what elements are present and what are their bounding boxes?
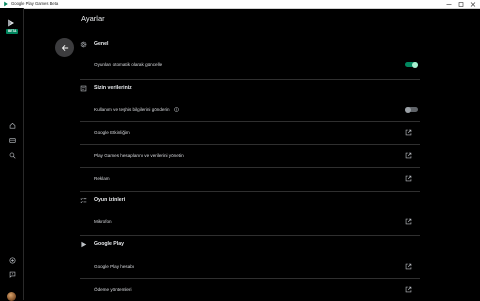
google-play-games-logo xyxy=(4,1,8,7)
google-play-account-label: Google Play hesabı xyxy=(94,264,135,269)
vertical-scrollbar[interactable] xyxy=(476,9,479,300)
add-game-icon xyxy=(9,257,15,263)
info-icon[interactable] xyxy=(173,107,179,112)
section-general-icon-wrap xyxy=(80,41,87,48)
open-external-icon xyxy=(405,129,412,136)
open-external-icon xyxy=(405,263,412,270)
open-external-icon xyxy=(405,286,412,293)
close-icon xyxy=(470,1,476,7)
maximize-button[interactable] xyxy=(455,0,467,8)
library-icon xyxy=(8,137,16,143)
search-icon xyxy=(9,152,16,159)
left-navigation-rail: BETA xyxy=(0,8,24,301)
section-google-play-icon-wrap xyxy=(80,241,87,248)
minimize-button[interactable] xyxy=(443,0,455,8)
nav-search[interactable] xyxy=(7,150,17,160)
toggle-knob xyxy=(405,106,411,113)
usage-stats-row: Kullanım ve teşhis bilgilerini gönderin xyxy=(94,107,179,112)
feedback-icon xyxy=(9,271,15,278)
window-title-bar: Google Play Games Beta xyxy=(0,0,480,9)
page-title: Ayarlar xyxy=(81,14,105,23)
payment-methods-label: Ödeme yöntemleri xyxy=(94,287,132,292)
feedback-button[interactable] xyxy=(7,269,17,279)
maximize-icon xyxy=(458,1,464,7)
usage-stats-toggle[interactable] xyxy=(405,106,418,113)
permissions-icon xyxy=(80,197,87,204)
document-icon xyxy=(80,85,87,92)
open-external-icon xyxy=(405,218,412,225)
gear-icon xyxy=(80,41,87,48)
close-window-button[interactable] xyxy=(467,0,479,8)
open-external-icon xyxy=(405,175,412,182)
link-ads[interactable] xyxy=(80,168,420,188)
app-logo[interactable] xyxy=(6,18,16,28)
home-icon xyxy=(9,122,15,128)
section-divider xyxy=(80,235,420,236)
auto-update-label: Oyunları otomatik olarak güncelle xyxy=(94,62,163,67)
minimize-icon xyxy=(446,3,452,5)
section-data-icon-wrap xyxy=(80,85,87,92)
ads-label: Reklam xyxy=(94,176,110,181)
usage-stats-label: Kullanım ve teşhis bilgilerini gönderin xyxy=(94,107,170,112)
manage-accounts-label: Play Games hesaplarını ve verilerini yön… xyxy=(94,153,184,158)
nav-library[interactable] xyxy=(7,135,17,145)
section-permissions-icon-wrap xyxy=(80,197,87,204)
google-activity-label: Google Etkinliğim xyxy=(94,130,130,135)
microphone-label: Mikrofon xyxy=(94,219,112,224)
open-external-icon xyxy=(405,152,412,159)
section-general-title: Genel xyxy=(94,41,109,47)
section-google-play-title: Google Play xyxy=(94,241,124,247)
arrow-back-icon xyxy=(61,44,68,51)
back-button[interactable] xyxy=(55,38,74,57)
section-permissions-title: Oyun izinleri xyxy=(94,197,126,203)
play-icon xyxy=(81,241,87,248)
link-microphone[interactable] xyxy=(80,211,420,231)
add-game-button[interactable] xyxy=(7,255,17,265)
section-data-title: Sizin verileriniz xyxy=(94,85,132,91)
nav-home[interactable] xyxy=(7,120,17,130)
toggle-knob xyxy=(412,61,418,68)
section-divider xyxy=(80,191,420,192)
beta-badge: BETA xyxy=(6,29,19,34)
auto-update-toggle[interactable] xyxy=(405,61,418,68)
window-title: Google Play Games Beta xyxy=(11,1,59,6)
section-divider xyxy=(80,79,420,80)
link-google-activity[interactable] xyxy=(80,122,420,142)
